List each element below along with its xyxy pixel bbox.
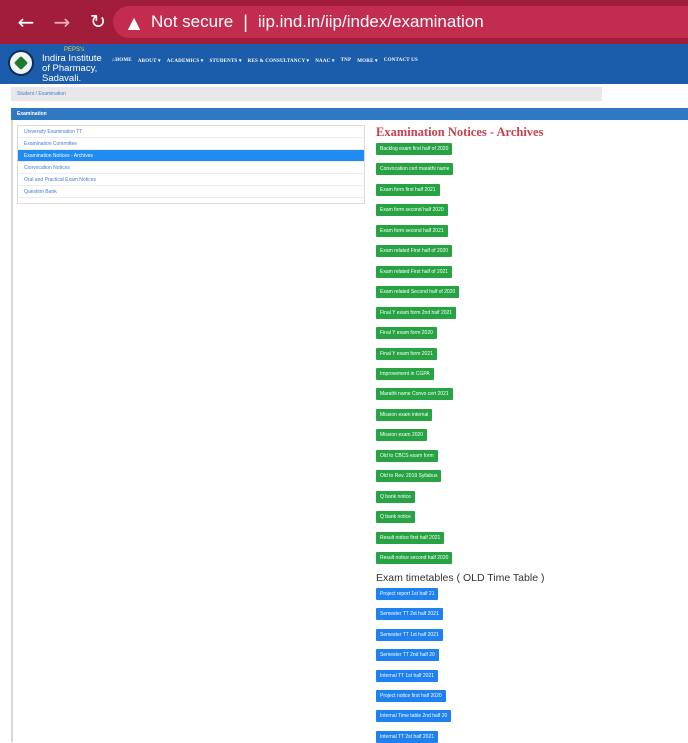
archive-notice-button[interactable]: Q bank notice	[376, 490, 415, 503]
archive-notice-button[interactable]: Old to CBCS exam form	[376, 449, 438, 462]
timetable-heading: Exam timetables ( OLD Time Table )	[376, 572, 545, 584]
timetable-button[interactable]: Project report 1st half 21	[376, 588, 439, 600]
brand-line-3: Sadavali.	[42, 73, 82, 84]
timetable-button[interactable]: Internal TT 2st half 2021	[376, 730, 439, 743]
browser-toolbar: ← → ↻ ▲ Not secure | iip.ind.in/iip/inde…	[0, 0, 688, 44]
archive-notice-button[interactable]: Improvement in CGPA	[376, 367, 434, 380]
menu-item[interactable]: ⌂HOME	[112, 58, 132, 64]
examination-sidebar: University Examination TT Examination Com…	[17, 125, 365, 204]
timetable-button[interactable]: Semester TT 1st half 2021	[376, 628, 443, 641]
forward-arrow-icon[interactable]: →	[48, 10, 76, 34]
sidebar-item[interactable]: Question Bank	[18, 186, 364, 198]
archive-notice-button[interactable]: Exam form first half 2021	[376, 183, 440, 196]
main-menu: ⌂HOME ABOUT ▾ ACADEMICS ▾ STUDENTS ▾ RES & C…	[112, 58, 418, 64]
archive-notice-button[interactable]: Marathi name Convo cert 2021	[376, 388, 453, 401]
menu-item[interactable]: ACADEMICS ▾	[167, 58, 204, 64]
back-arrow-icon[interactable]: ←	[12, 10, 40, 34]
brand-name[interactable]: PEPS's Indira Institute of Pharmacy, Sad…	[42, 47, 102, 84]
sidebar-item[interactable]: Oral and Practical Exam Notices	[18, 174, 364, 186]
menu-item[interactable]: RES & CONSULTANCY ▾	[248, 58, 310, 64]
archive-notice-button[interactable]: Exam form second half 2020	[376, 204, 448, 217]
archive-notice-button[interactable]: Old to Rev. 2019 Syllabus	[376, 470, 442, 483]
menu-item[interactable]: ABOUT ▾	[138, 58, 161, 64]
address-bar[interactable]: ▲ Not secure | iip.ind.in/iip/index/exam…	[113, 6, 688, 38]
archive-notice-button[interactable]: Final Y exam form 2020	[376, 327, 437, 339]
archive-notice-button[interactable]: Mission exam 2020	[376, 429, 428, 442]
archive-notice-button[interactable]: Result notice first half 2021	[376, 531, 445, 544]
archive-notice-button[interactable]: Result notice second half 2020	[376, 552, 453, 564]
timetable-button[interactable]: Internal Time table 2nd half 20	[376, 710, 452, 723]
archive-notice-button[interactable]: Final Y exam form 2021	[376, 347, 437, 360]
menu-item[interactable]: MORE ▾	[357, 58, 378, 64]
menu-item[interactable]: STUDENTS ▾	[210, 58, 242, 64]
security-status[interactable]: Not secure	[151, 12, 233, 32]
institute-logo[interactable]	[8, 50, 34, 76]
menu-item[interactable]: TNP	[341, 58, 352, 64]
breadcrumb[interactable]: Student / Examination	[11, 87, 602, 101]
sidebar-item[interactable]: Examination Notices - Archives	[18, 150, 364, 162]
timetable-button[interactable]: Semester TT 2nd half 20	[376, 649, 439, 662]
archive-notice-button[interactable]: Convocation cert marathi name	[376, 163, 454, 176]
page-title: Examination Notices - Archives	[376, 125, 544, 139]
archive-notice-button[interactable]: Mission exam internal	[376, 408, 433, 421]
reload-icon[interactable]: ↻	[84, 11, 112, 33]
archive-notice-button[interactable]: Q bank notice	[376, 511, 415, 524]
menu-item[interactable]: NAAC ▾	[315, 58, 334, 64]
warning-icon[interactable]: ▲	[123, 13, 145, 32]
timetable-button[interactable]: Semester TT 2st half 2021	[376, 608, 443, 621]
timetable-button[interactable]: Project notice first half 2020	[376, 690, 446, 702]
archive-notice-button[interactable]: Exam related First half of 2021	[376, 265, 453, 278]
archive-notice-button[interactable]: Exam related Second half of 2020	[376, 286, 460, 299]
url-separator: |	[243, 11, 248, 32]
sidebar-item[interactable]: University Examination TT	[18, 126, 364, 138]
content-frame-border	[11, 120, 13, 742]
sidebar-item[interactable]: Convocation Notices	[18, 162, 364, 174]
timetable-button[interactable]: Internal TT 1st half 2021	[376, 669, 439, 682]
archive-notice-button[interactable]: Backlog exam first half of 2020	[376, 143, 453, 155]
archive-notice-button[interactable]: Final Y exam form 2nd half 2021	[376, 306, 457, 319]
site-header: PEPS's Indira Institute of Pharmacy, Sad…	[0, 44, 688, 84]
sidebar-item[interactable]: Examination Committee	[18, 138, 364, 150]
menu-item[interactable]: CONTACT US	[384, 58, 418, 64]
section-title: Examination	[11, 108, 688, 120]
url-text[interactable]: iip.ind.in/iip/index/examination	[258, 12, 484, 32]
archive-notice-button[interactable]: Exam related First half of 2020	[376, 245, 453, 258]
archive-notice-button[interactable]: Exam form second half 2021	[376, 224, 448, 237]
